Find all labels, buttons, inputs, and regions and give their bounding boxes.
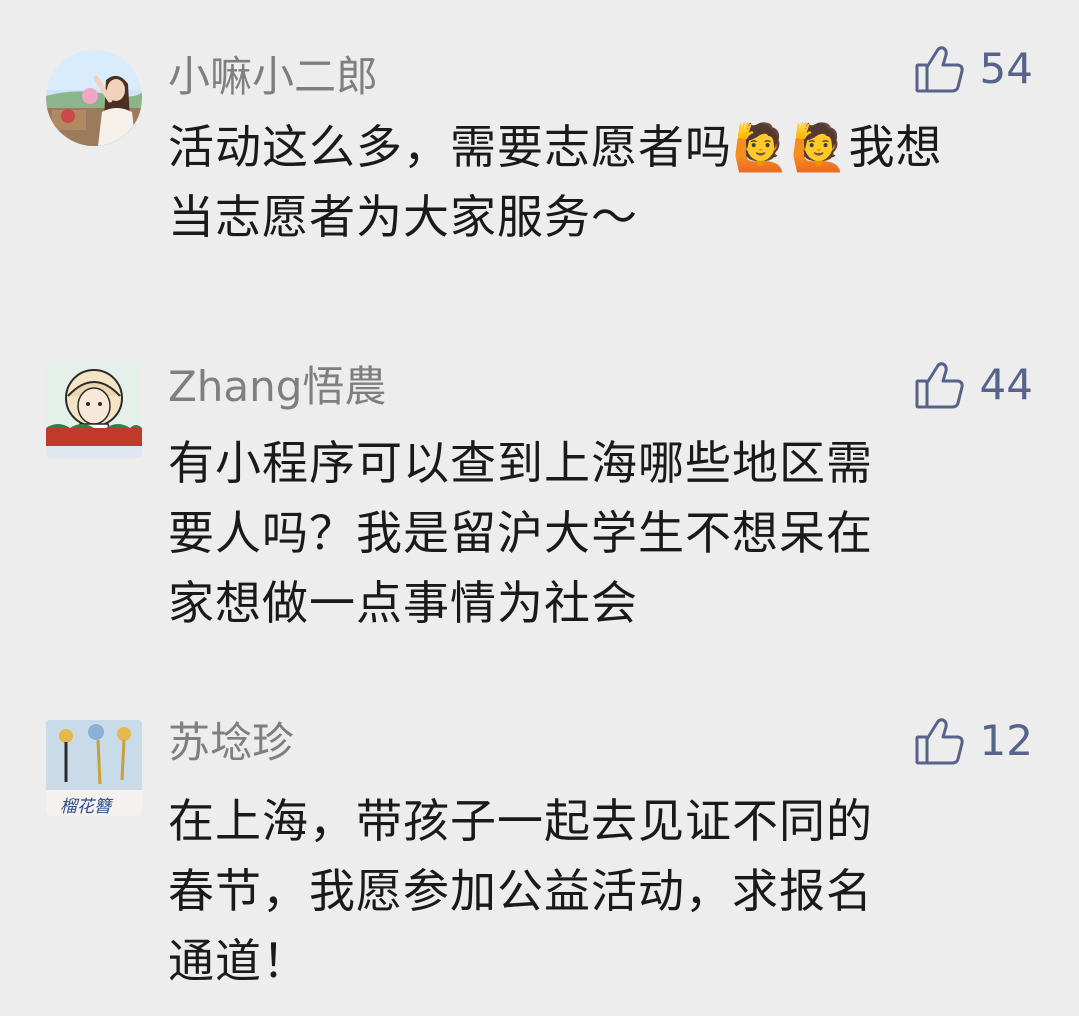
comment-text-line: 当志愿者为大家服务～	[168, 190, 638, 244]
commenter-name[interactable]: 小嘛小二郎	[168, 52, 378, 102]
comment-text: 在上海，带孩子一起去见证不同的 春节，我愿参加公益活动，求报名 通道！	[168, 786, 998, 996]
like-button[interactable]: 44	[914, 358, 1033, 412]
comment-text: 有小程序可以查到上海哪些地区需 要人吗？我是留沪大学生不想呆在 家想做一点事情为…	[168, 428, 998, 638]
avatar[interactable]: 榴花簪	[46, 720, 142, 816]
like-button[interactable]: 12	[914, 714, 1033, 768]
like-count: 54	[979, 44, 1033, 93]
commenter-name[interactable]: 苏埝珍	[168, 718, 294, 768]
comment-text-line: 春节，我愿参加公益活动，求报名	[168, 864, 873, 918]
thumbs-up-icon	[914, 359, 966, 411]
comment-text-line: 在上海，带孩子一起去见证不同的	[168, 794, 873, 848]
like-button[interactable]: 54	[914, 42, 1033, 96]
thumbs-up-icon	[914, 43, 966, 95]
commenter-name[interactable]: Zhang悟農	[168, 362, 386, 412]
comment-text: 活动这么多，需要志愿者吗🙋🙋我想 当志愿者为大家服务～	[168, 112, 998, 252]
thumbs-up-icon	[914, 715, 966, 767]
avatar-caption: 榴花簪	[60, 797, 111, 816]
avatar[interactable]	[46, 50, 142, 146]
comment-text-line: 通道！	[168, 934, 309, 988]
comment-text-line: 要人吗？我是留沪大学生不想呆在	[168, 506, 873, 560]
avatar[interactable]	[46, 362, 142, 458]
like-count: 12	[979, 716, 1033, 765]
comment-text-line: 活动这么多，需要志愿者吗🙋🙋我想	[168, 120, 943, 174]
comment-text-line: 家想做一点事情为社会	[168, 576, 638, 630]
comment-text-line: 有小程序可以查到上海哪些地区需	[168, 436, 873, 490]
like-count: 44	[979, 360, 1033, 409]
